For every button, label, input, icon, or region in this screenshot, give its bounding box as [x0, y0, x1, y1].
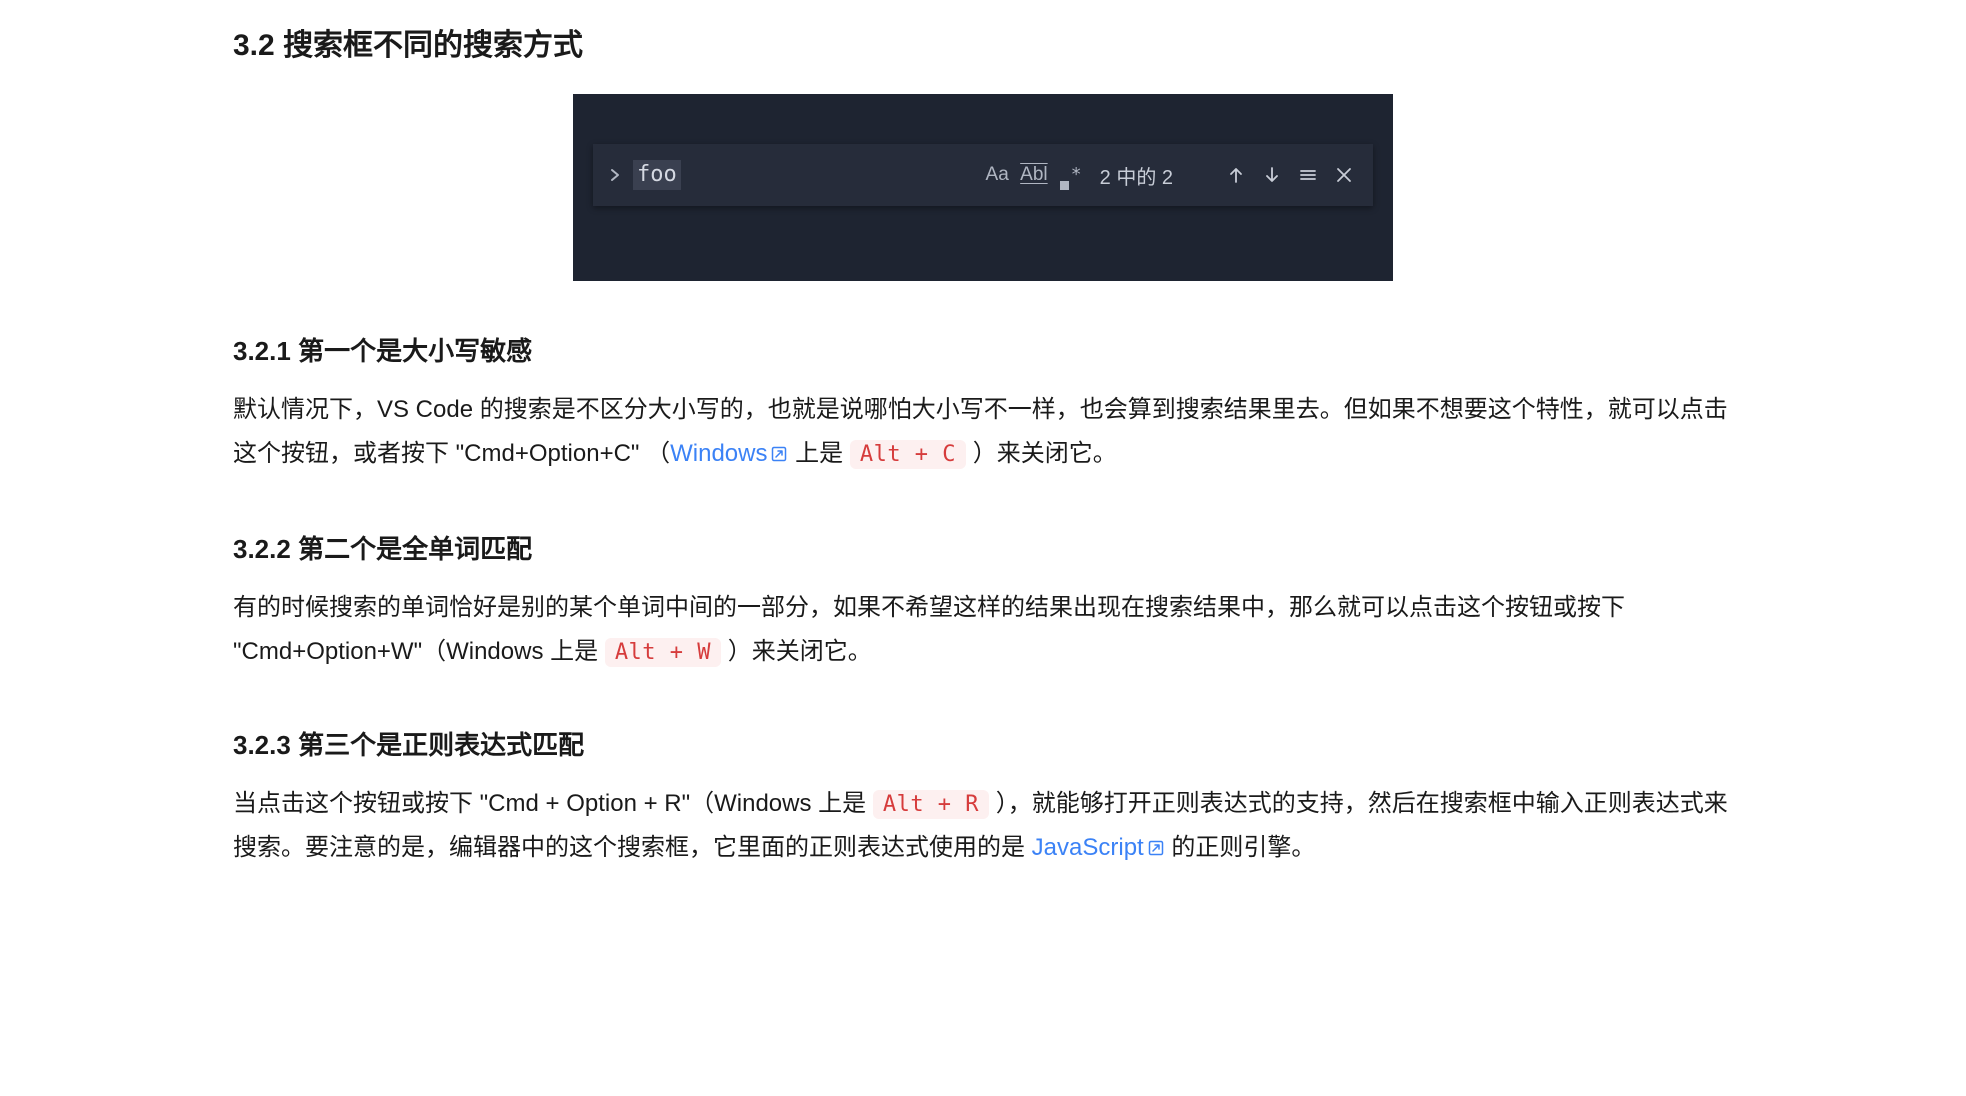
windows-link[interactable]: Windows — [670, 440, 788, 467]
search-input-text: foo — [633, 160, 681, 190]
external-link-icon — [1147, 828, 1165, 872]
subsection-1-paragraph: 默认情况下，VS Code 的搜索是不区分大小写的，也就是说哪怕大小写不一样，也… — [233, 388, 1733, 479]
document-page: 3.2 搜索框不同的搜索方式 foo Aa Abl * — [203, 0, 1763, 952]
subsection-3-title: 第三个是正则表达式匹配 — [298, 730, 584, 760]
find-bar: foo Aa Abl * 2 中的 2 — [593, 144, 1373, 206]
subsection-2-title: 第二个是全单词匹配 — [298, 534, 532, 564]
subsection-3-heading: 3.2.3 第三个是正则表达式匹配 — [233, 725, 1733, 762]
sub3-tail: 的正则引擎。 — [1165, 834, 1316, 861]
kbd-alt-r: Alt + R — [873, 790, 989, 819]
regex-icon[interactable]: * — [1058, 160, 1084, 190]
result-count: 2 中的 2 — [1100, 161, 1173, 190]
sub1-tail: ）来关闭它。 — [966, 440, 1117, 467]
sub1-text-after-link: 上是 — [788, 440, 849, 467]
whole-word-icon[interactable]: Abl — [1020, 160, 1047, 190]
figure-findbar: foo Aa Abl * 2 中的 2 — [233, 94, 1733, 281]
section-heading: 3.2 搜索框不同的搜索方式 — [233, 20, 1733, 64]
next-match-icon[interactable] — [1257, 165, 1287, 185]
subsection-1-heading: 3.2.1 第一个是大小写敏感 — [233, 331, 1733, 368]
subsection-1-number: 3.2.1 — [233, 336, 291, 366]
regex-star-glyph: * — [1071, 166, 1082, 184]
sub2-tail: ）来关闭它。 — [721, 638, 872, 665]
hamburger-icon[interactable] — [1293, 165, 1323, 185]
regex-box-glyph — [1060, 181, 1069, 190]
kbd-alt-w: Alt + W — [605, 638, 721, 667]
sub3-text-before-kbd: 当点击这个按钮或按下 "Cmd + Option + R"（Windows 上是 — [233, 790, 873, 817]
toggle-replace-icon[interactable] — [603, 168, 627, 182]
prev-match-icon[interactable] — [1221, 165, 1251, 185]
kbd-alt-c: Alt + C — [850, 440, 966, 469]
subsection-3-number: 3.2.3 — [233, 730, 291, 760]
case-sensitive-icon[interactable]: Aa — [984, 160, 1010, 190]
sub2-text-before-kbd: 有的时候搜索的单词恰好是别的某个单词中间的一部分，如果不希望这样的结果出现在搜索… — [233, 594, 1625, 665]
subsection-1-title: 第一个是大小写敏感 — [298, 336, 532, 366]
subsection-3-paragraph: 当点击这个按钮或按下 "Cmd + Option + R"（Windows 上是… — [233, 782, 1733, 873]
search-input[interactable]: foo Aa Abl * — [633, 160, 1084, 190]
windows-link-text: Windows — [670, 440, 767, 467]
vscode-editor-panel: foo Aa Abl * 2 中的 2 — [573, 94, 1393, 281]
subsection-2-heading: 3.2.2 第二个是全单词匹配 — [233, 529, 1733, 566]
external-link-icon — [770, 434, 788, 478]
section-title-text: 搜索框不同的搜索方式 — [283, 29, 583, 62]
subsection-2-number: 3.2.2 — [233, 534, 291, 564]
section-number: 3.2 — [233, 29, 275, 62]
javascript-link[interactable]: JavaScript — [1032, 834, 1165, 861]
subsection-2-paragraph: 有的时候搜索的单词恰好是别的某个单词中间的一部分，如果不希望这样的结果出现在搜索… — [233, 586, 1733, 675]
close-icon[interactable] — [1329, 166, 1359, 184]
javascript-link-text: JavaScript — [1032, 834, 1144, 861]
